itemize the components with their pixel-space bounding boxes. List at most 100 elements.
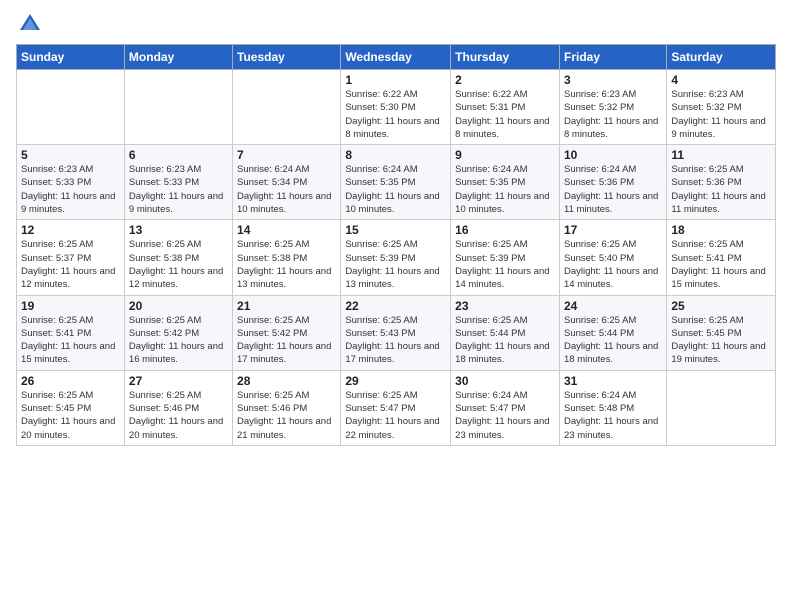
day-info: Sunrise: 6:25 AMSunset: 5:46 PMDaylight:… (129, 389, 228, 442)
calendar-week-row: 12Sunrise: 6:25 AMSunset: 5:37 PMDayligh… (17, 220, 776, 295)
day-number: 6 (129, 148, 228, 162)
day-info: Sunrise: 6:23 AMSunset: 5:32 PMDaylight:… (671, 88, 771, 141)
day-number: 1 (345, 73, 446, 87)
day-number: 29 (345, 374, 446, 388)
calendar-header-tuesday: Tuesday (233, 45, 341, 70)
calendar-week-row: 19Sunrise: 6:25 AMSunset: 5:41 PMDayligh… (17, 295, 776, 370)
day-info: Sunrise: 6:25 AMSunset: 5:41 PMDaylight:… (671, 238, 771, 291)
day-number: 3 (564, 73, 662, 87)
day-number: 24 (564, 299, 662, 313)
day-number: 20 (129, 299, 228, 313)
day-number: 27 (129, 374, 228, 388)
day-info: Sunrise: 6:24 AMSunset: 5:34 PMDaylight:… (237, 163, 336, 216)
calendar-table: SundayMondayTuesdayWednesdayThursdayFrid… (16, 44, 776, 446)
calendar-cell: 1Sunrise: 6:22 AMSunset: 5:30 PMDaylight… (341, 70, 451, 145)
logo-icon (16, 10, 44, 38)
day-info: Sunrise: 6:22 AMSunset: 5:31 PMDaylight:… (455, 88, 555, 141)
day-number: 28 (237, 374, 336, 388)
day-info: Sunrise: 6:24 AMSunset: 5:48 PMDaylight:… (564, 389, 662, 442)
calendar-header-friday: Friday (559, 45, 666, 70)
day-info: Sunrise: 6:25 AMSunset: 5:42 PMDaylight:… (129, 314, 228, 367)
day-number: 9 (455, 148, 555, 162)
day-info: Sunrise: 6:22 AMSunset: 5:30 PMDaylight:… (345, 88, 446, 141)
calendar-cell: 20Sunrise: 6:25 AMSunset: 5:42 PMDayligh… (124, 295, 232, 370)
day-info: Sunrise: 6:25 AMSunset: 5:41 PMDaylight:… (21, 314, 120, 367)
day-number: 7 (237, 148, 336, 162)
calendar-cell: 9Sunrise: 6:24 AMSunset: 5:35 PMDaylight… (451, 145, 560, 220)
day-info: Sunrise: 6:25 AMSunset: 5:39 PMDaylight:… (455, 238, 555, 291)
calendar-header-thursday: Thursday (451, 45, 560, 70)
day-number: 26 (21, 374, 120, 388)
calendar-cell: 22Sunrise: 6:25 AMSunset: 5:43 PMDayligh… (341, 295, 451, 370)
day-info: Sunrise: 6:24 AMSunset: 5:36 PMDaylight:… (564, 163, 662, 216)
calendar-cell: 25Sunrise: 6:25 AMSunset: 5:45 PMDayligh… (667, 295, 776, 370)
page-header (16, 10, 776, 38)
calendar-cell: 21Sunrise: 6:25 AMSunset: 5:42 PMDayligh… (233, 295, 341, 370)
day-info: Sunrise: 6:24 AMSunset: 5:35 PMDaylight:… (345, 163, 446, 216)
calendar-cell: 23Sunrise: 6:25 AMSunset: 5:44 PMDayligh… (451, 295, 560, 370)
day-number: 30 (455, 374, 555, 388)
calendar-cell: 29Sunrise: 6:25 AMSunset: 5:47 PMDayligh… (341, 370, 451, 445)
day-info: Sunrise: 6:25 AMSunset: 5:43 PMDaylight:… (345, 314, 446, 367)
calendar-cell: 10Sunrise: 6:24 AMSunset: 5:36 PMDayligh… (559, 145, 666, 220)
calendar-header-row: SundayMondayTuesdayWednesdayThursdayFrid… (17, 45, 776, 70)
day-info: Sunrise: 6:25 AMSunset: 5:39 PMDaylight:… (345, 238, 446, 291)
calendar-cell: 8Sunrise: 6:24 AMSunset: 5:35 PMDaylight… (341, 145, 451, 220)
calendar-cell: 7Sunrise: 6:24 AMSunset: 5:34 PMDaylight… (233, 145, 341, 220)
calendar-cell: 14Sunrise: 6:25 AMSunset: 5:38 PMDayligh… (233, 220, 341, 295)
day-number: 10 (564, 148, 662, 162)
day-number: 16 (455, 223, 555, 237)
day-info: Sunrise: 6:25 AMSunset: 5:44 PMDaylight:… (455, 314, 555, 367)
day-info: Sunrise: 6:25 AMSunset: 5:37 PMDaylight:… (21, 238, 120, 291)
calendar-header-saturday: Saturday (667, 45, 776, 70)
day-number: 25 (671, 299, 771, 313)
day-info: Sunrise: 6:24 AMSunset: 5:47 PMDaylight:… (455, 389, 555, 442)
calendar-cell: 28Sunrise: 6:25 AMSunset: 5:46 PMDayligh… (233, 370, 341, 445)
day-number: 4 (671, 73, 771, 87)
day-info: Sunrise: 6:25 AMSunset: 5:45 PMDaylight:… (21, 389, 120, 442)
day-number: 13 (129, 223, 228, 237)
day-info: Sunrise: 6:23 AMSunset: 5:33 PMDaylight:… (129, 163, 228, 216)
calendar-cell (124, 70, 232, 145)
day-info: Sunrise: 6:25 AMSunset: 5:44 PMDaylight:… (564, 314, 662, 367)
calendar-cell: 13Sunrise: 6:25 AMSunset: 5:38 PMDayligh… (124, 220, 232, 295)
calendar-cell: 6Sunrise: 6:23 AMSunset: 5:33 PMDaylight… (124, 145, 232, 220)
calendar-cell: 27Sunrise: 6:25 AMSunset: 5:46 PMDayligh… (124, 370, 232, 445)
day-info: Sunrise: 6:25 AMSunset: 5:45 PMDaylight:… (671, 314, 771, 367)
day-number: 2 (455, 73, 555, 87)
calendar-cell: 12Sunrise: 6:25 AMSunset: 5:37 PMDayligh… (17, 220, 125, 295)
calendar-cell: 4Sunrise: 6:23 AMSunset: 5:32 PMDaylight… (667, 70, 776, 145)
calendar-cell: 3Sunrise: 6:23 AMSunset: 5:32 PMDaylight… (559, 70, 666, 145)
calendar-cell: 31Sunrise: 6:24 AMSunset: 5:48 PMDayligh… (559, 370, 666, 445)
day-number: 14 (237, 223, 336, 237)
day-info: Sunrise: 6:23 AMSunset: 5:33 PMDaylight:… (21, 163, 120, 216)
calendar-cell: 26Sunrise: 6:25 AMSunset: 5:45 PMDayligh… (17, 370, 125, 445)
day-info: Sunrise: 6:25 AMSunset: 5:38 PMDaylight:… (237, 238, 336, 291)
day-number: 8 (345, 148, 446, 162)
day-number: 5 (21, 148, 120, 162)
calendar-cell: 11Sunrise: 6:25 AMSunset: 5:36 PMDayligh… (667, 145, 776, 220)
day-number: 15 (345, 223, 446, 237)
calendar-header-sunday: Sunday (17, 45, 125, 70)
calendar-cell: 15Sunrise: 6:25 AMSunset: 5:39 PMDayligh… (341, 220, 451, 295)
day-info: Sunrise: 6:24 AMSunset: 5:35 PMDaylight:… (455, 163, 555, 216)
calendar-week-row: 26Sunrise: 6:25 AMSunset: 5:45 PMDayligh… (17, 370, 776, 445)
day-info: Sunrise: 6:25 AMSunset: 5:47 PMDaylight:… (345, 389, 446, 442)
day-info: Sunrise: 6:25 AMSunset: 5:46 PMDaylight:… (237, 389, 336, 442)
calendar-cell: 30Sunrise: 6:24 AMSunset: 5:47 PMDayligh… (451, 370, 560, 445)
day-number: 23 (455, 299, 555, 313)
day-info: Sunrise: 6:23 AMSunset: 5:32 PMDaylight:… (564, 88, 662, 141)
day-number: 17 (564, 223, 662, 237)
day-number: 19 (21, 299, 120, 313)
calendar-cell: 16Sunrise: 6:25 AMSunset: 5:39 PMDayligh… (451, 220, 560, 295)
calendar-header-wednesday: Wednesday (341, 45, 451, 70)
calendar-cell: 18Sunrise: 6:25 AMSunset: 5:41 PMDayligh… (667, 220, 776, 295)
day-info: Sunrise: 6:25 AMSunset: 5:40 PMDaylight:… (564, 238, 662, 291)
day-info: Sunrise: 6:25 AMSunset: 5:38 PMDaylight:… (129, 238, 228, 291)
day-info: Sunrise: 6:25 AMSunset: 5:42 PMDaylight:… (237, 314, 336, 367)
day-number: 31 (564, 374, 662, 388)
calendar-cell: 2Sunrise: 6:22 AMSunset: 5:31 PMDaylight… (451, 70, 560, 145)
day-number: 22 (345, 299, 446, 313)
calendar-cell (233, 70, 341, 145)
day-number: 21 (237, 299, 336, 313)
